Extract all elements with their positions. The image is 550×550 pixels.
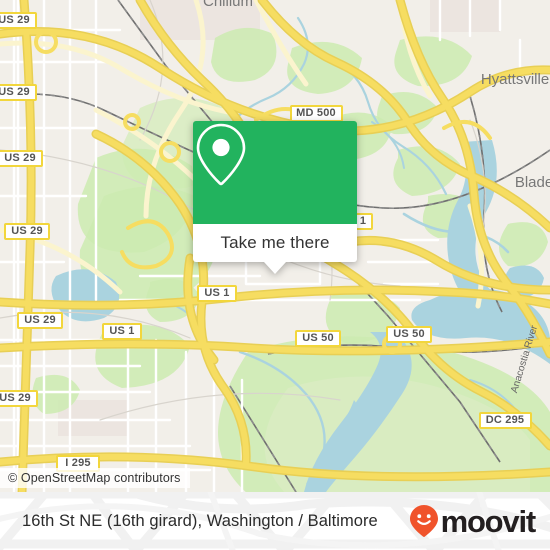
popup-pointer-tail [264, 262, 286, 274]
highway-shield: US 29 [17, 311, 63, 329]
location-popup[interactable]: Take me there [193, 121, 357, 274]
highway-shield: US 50 [295, 329, 341, 347]
highway-shield: US 29 [4, 222, 50, 240]
location-title: 16th St NE (16th girard), Washington / B… [22, 511, 378, 530]
svg-text:Blade: Blade [515, 174, 550, 191]
popup-footer[interactable]: Take me there [193, 224, 357, 274]
highway-shield: US 29 [0, 11, 37, 29]
highway-shield: US 50 [386, 325, 432, 343]
map-canvas[interactable]: .wtr { fill:#aad3df; } .wln { stroke:#aa… [0, 0, 550, 492]
map-pin-icon [196, 123, 246, 186]
moovit-smiley-pin-icon [409, 505, 438, 537]
moovit-wordmark: moovit [440, 503, 537, 539]
highway-shield: US 1 [102, 322, 142, 340]
osm-attribution[interactable]: © OpenStreetMap contributors [0, 468, 190, 488]
moovit-map-screenshot: .wtr { fill:#aad3df; } .wln { stroke:#aa… [0, 0, 550, 550]
highway-shield: DC 295 [478, 411, 532, 429]
highway-shield: US 29 [0, 83, 37, 101]
highway-shield: US 29 [0, 389, 38, 407]
moovit-brand[interactable]: moovit [409, 503, 537, 539]
footer-bar: 16th St NE (16th girard), Washington / B… [0, 492, 550, 550]
highway-shield: US 1 [197, 284, 237, 302]
take-me-there-button[interactable]: Take me there [220, 233, 329, 253]
svg-text:Chillum: Chillum [203, 0, 253, 10]
popup-header [193, 121, 357, 224]
highway-shield: MD 500 [289, 104, 343, 122]
svg-text:Hyattsville: Hyattsville [481, 71, 549, 88]
highway-shield: US 29 [0, 149, 43, 167]
